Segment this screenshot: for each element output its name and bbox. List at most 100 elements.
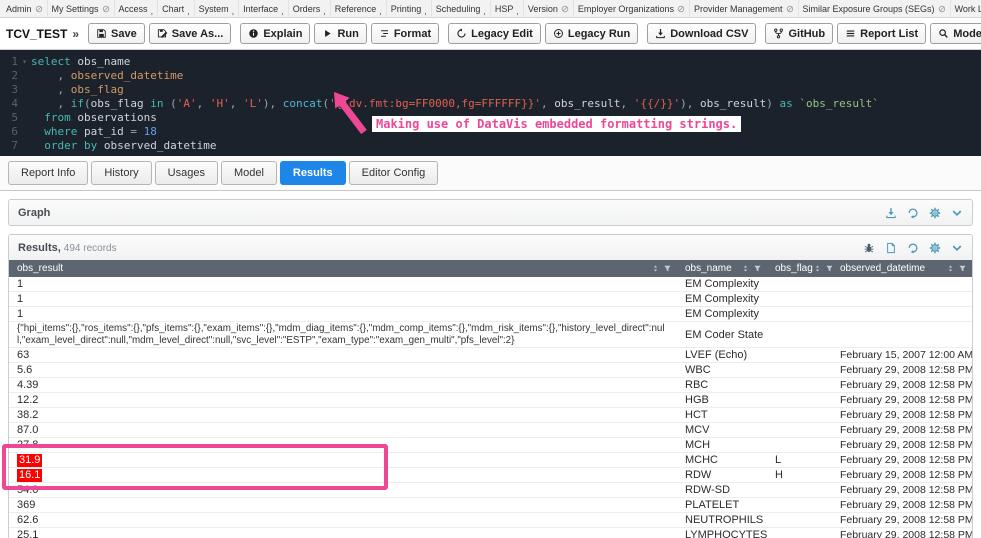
graph-panel-header[interactable]: Graph xyxy=(9,200,972,225)
legacy-run-button[interactable]: Legacy Run xyxy=(545,23,638,44)
tab-model[interactable]: Model xyxy=(221,161,277,185)
sort-icon[interactable] xyxy=(946,264,955,273)
table-row[interactable]: 38.2HCTFebruary 29, 2008 12:58 PM xyxy=(9,408,972,423)
annotation-text: Making use of DataVis embedded formattin… xyxy=(372,116,741,132)
nav-item-printing[interactable]: Printing, xyxy=(387,0,432,17)
table-row[interactable]: 1EM Complexity xyxy=(9,307,972,322)
sort-icon[interactable] xyxy=(741,264,750,273)
table-row[interactable]: 54.0RDW-SDFebruary 29, 2008 12:58 PM xyxy=(9,483,972,498)
filter-icon[interactable] xyxy=(825,264,832,273)
table-row[interactable]: {"hpi_items":{},"ros_items":{},"pfs_item… xyxy=(9,322,972,348)
save-button[interactable]: Save xyxy=(88,23,145,44)
cell-obs-flag xyxy=(767,378,832,392)
nav-item-label: Printing xyxy=(391,4,422,14)
refresh-icon[interactable] xyxy=(907,207,919,219)
cell-obs-name: EM Coder State xyxy=(677,322,767,347)
gear-icon[interactable] xyxy=(929,242,941,254)
comma-mark: , xyxy=(424,8,427,17)
filter-icon[interactable] xyxy=(753,264,762,273)
graph-panel-title: Graph xyxy=(18,207,50,219)
tab-history[interactable]: History xyxy=(91,161,151,185)
column-header-obs_result[interactable]: obs_result xyxy=(9,260,677,277)
tab-editor-config[interactable]: Editor Config xyxy=(349,161,439,185)
sort-icon[interactable] xyxy=(651,264,660,273)
table-row[interactable]: 87.0MCVFebruary 29, 2008 12:58 PM xyxy=(9,423,972,438)
column-header-icons xyxy=(946,264,967,273)
bug-icon[interactable] xyxy=(863,242,875,254)
nav-item-interface[interactable]: Interface, xyxy=(239,0,289,17)
nav-item-similar-exposure-groups-segs[interactable]: Similar Exposure Groups (SEGs) xyxy=(799,0,951,17)
nav-item-label: Employer Organizations xyxy=(578,4,674,14)
line-number: 2 xyxy=(0,69,18,83)
fork-icon xyxy=(773,28,784,39)
nav-item-version[interactable]: Version xyxy=(524,0,574,17)
tab-results[interactable]: Results xyxy=(280,161,346,185)
cell-observed-datetime: February 29, 2008 12:58 PM xyxy=(832,408,972,422)
cell-obs-flag xyxy=(767,408,832,422)
nav-item-system[interactable]: System, xyxy=(195,0,240,17)
cell-observed-datetime: February 15, 2007 12:00 AM xyxy=(832,348,972,362)
nav-item-my-settings[interactable]: My Settings xyxy=(48,0,115,17)
filter-icon[interactable] xyxy=(663,264,672,273)
nav-item-reference[interactable]: Reference, xyxy=(331,0,387,17)
nav-item-orders[interactable]: Orders, xyxy=(289,0,331,17)
report-chevron[interactable]: » xyxy=(72,27,79,41)
results-panel-title-label: Results, xyxy=(18,242,61,254)
tab-usages[interactable]: Usages xyxy=(155,161,218,185)
table-row[interactable]: 63LVEF (Echo)February 15, 2007 12:00 AM xyxy=(9,348,972,363)
table-row[interactable]: 4.39RBCFebruary 29, 2008 12:58 PM xyxy=(9,378,972,393)
table-row[interactable]: 12.2HGBFebruary 29, 2008 12:58 PM xyxy=(9,393,972,408)
nav-item-admin[interactable]: Admin xyxy=(2,0,48,17)
nav-item-scheduling[interactable]: Scheduling, xyxy=(432,0,491,17)
chevron-down-icon[interactable] xyxy=(951,242,963,254)
table-row[interactable]: 5.6WBCFebruary 29, 2008 12:58 PM xyxy=(9,363,972,378)
table-row[interactable]: 27.8MCHFebruary 29, 2008 12:58 PM xyxy=(9,438,972,453)
results-table: obs_resultobs_nameobs_flagobserved_datet… xyxy=(9,260,972,538)
tab-report-info[interactable]: Report Info xyxy=(8,161,88,185)
cell-obs-result: 54.0 xyxy=(9,483,677,497)
table-row[interactable]: 1EM Complexity xyxy=(9,277,972,292)
nav-item-label: HSP xyxy=(495,4,514,14)
table-row[interactable]: 16.1RDWHFebruary 29, 2008 12:58 PM xyxy=(9,468,972,483)
explain-button[interactable]: Explain xyxy=(240,23,310,44)
cell-obs-result: 1 xyxy=(9,292,677,306)
gear-icon[interactable] xyxy=(929,207,941,219)
chevron-down-icon[interactable] xyxy=(951,207,963,219)
table-row[interactable]: 31.9MCHCLFebruary 29, 2008 12:58 PM xyxy=(9,453,972,468)
download-csv-button[interactable]: Download CSV xyxy=(647,23,756,44)
cell-obs-flag xyxy=(767,513,832,527)
column-header-obs_flag[interactable]: obs_flag xyxy=(767,260,832,277)
table-row[interactable]: 25.1LYMPHOCYTESFebruary 29, 2008 12:58 P… xyxy=(9,528,972,538)
nav-item-access[interactable]: Access, xyxy=(115,0,159,17)
table-row[interactable]: 1EM Complexity xyxy=(9,292,972,307)
refresh-icon[interactable] xyxy=(907,242,919,254)
sql-editor[interactable]: 1▾select obs_name2 , observed_datetime3 … xyxy=(0,50,981,156)
column-header-observed_datetime[interactable]: observed_datetime xyxy=(832,260,972,277)
nav-item-provider-management[interactable]: Provider Management xyxy=(690,0,799,17)
code-text: where pat_id = 18 xyxy=(31,125,157,139)
button-label: Legacy Edit xyxy=(471,28,533,40)
nav-item-chart[interactable]: Chart, xyxy=(158,0,195,17)
nav-item-work-locations[interactable]: Work Locations xyxy=(951,0,981,17)
model-button[interactable]: Model xyxy=(930,23,981,44)
format-button[interactable]: Format xyxy=(371,23,439,44)
save-as-button[interactable]: Save As... xyxy=(149,23,232,44)
table-row[interactable]: 62.6NEUTROPHILSFebruary 29, 2008 12:58 P… xyxy=(9,513,972,528)
column-header-obs_name[interactable]: obs_name xyxy=(677,260,767,277)
button-label: Download CSV xyxy=(670,28,748,40)
cell-obs-name: HCT xyxy=(677,408,767,422)
legacy-edit-button[interactable]: Legacy Edit xyxy=(448,23,541,44)
document-icon[interactable] xyxy=(885,242,897,254)
sort-icon[interactable] xyxy=(813,264,822,273)
table-row[interactable]: 369PLATELETFebruary 29, 2008 12:58 PM xyxy=(9,498,972,513)
nav-item-hsp[interactable]: HSP, xyxy=(491,0,524,17)
fold-caret-icon[interactable]: ▾ xyxy=(18,55,31,69)
github-button[interactable]: GitHub xyxy=(765,23,833,44)
results-panel-header[interactable]: Results,494 records xyxy=(9,235,972,260)
download-icon[interactable] xyxy=(885,207,897,219)
format-icon xyxy=(379,28,390,39)
filter-icon[interactable] xyxy=(958,264,967,273)
run-button[interactable]: Run xyxy=(314,23,366,44)
nav-item-employer-organizations[interactable]: Employer Organizations xyxy=(574,0,690,17)
report-list-button[interactable]: Report List xyxy=(837,23,926,44)
